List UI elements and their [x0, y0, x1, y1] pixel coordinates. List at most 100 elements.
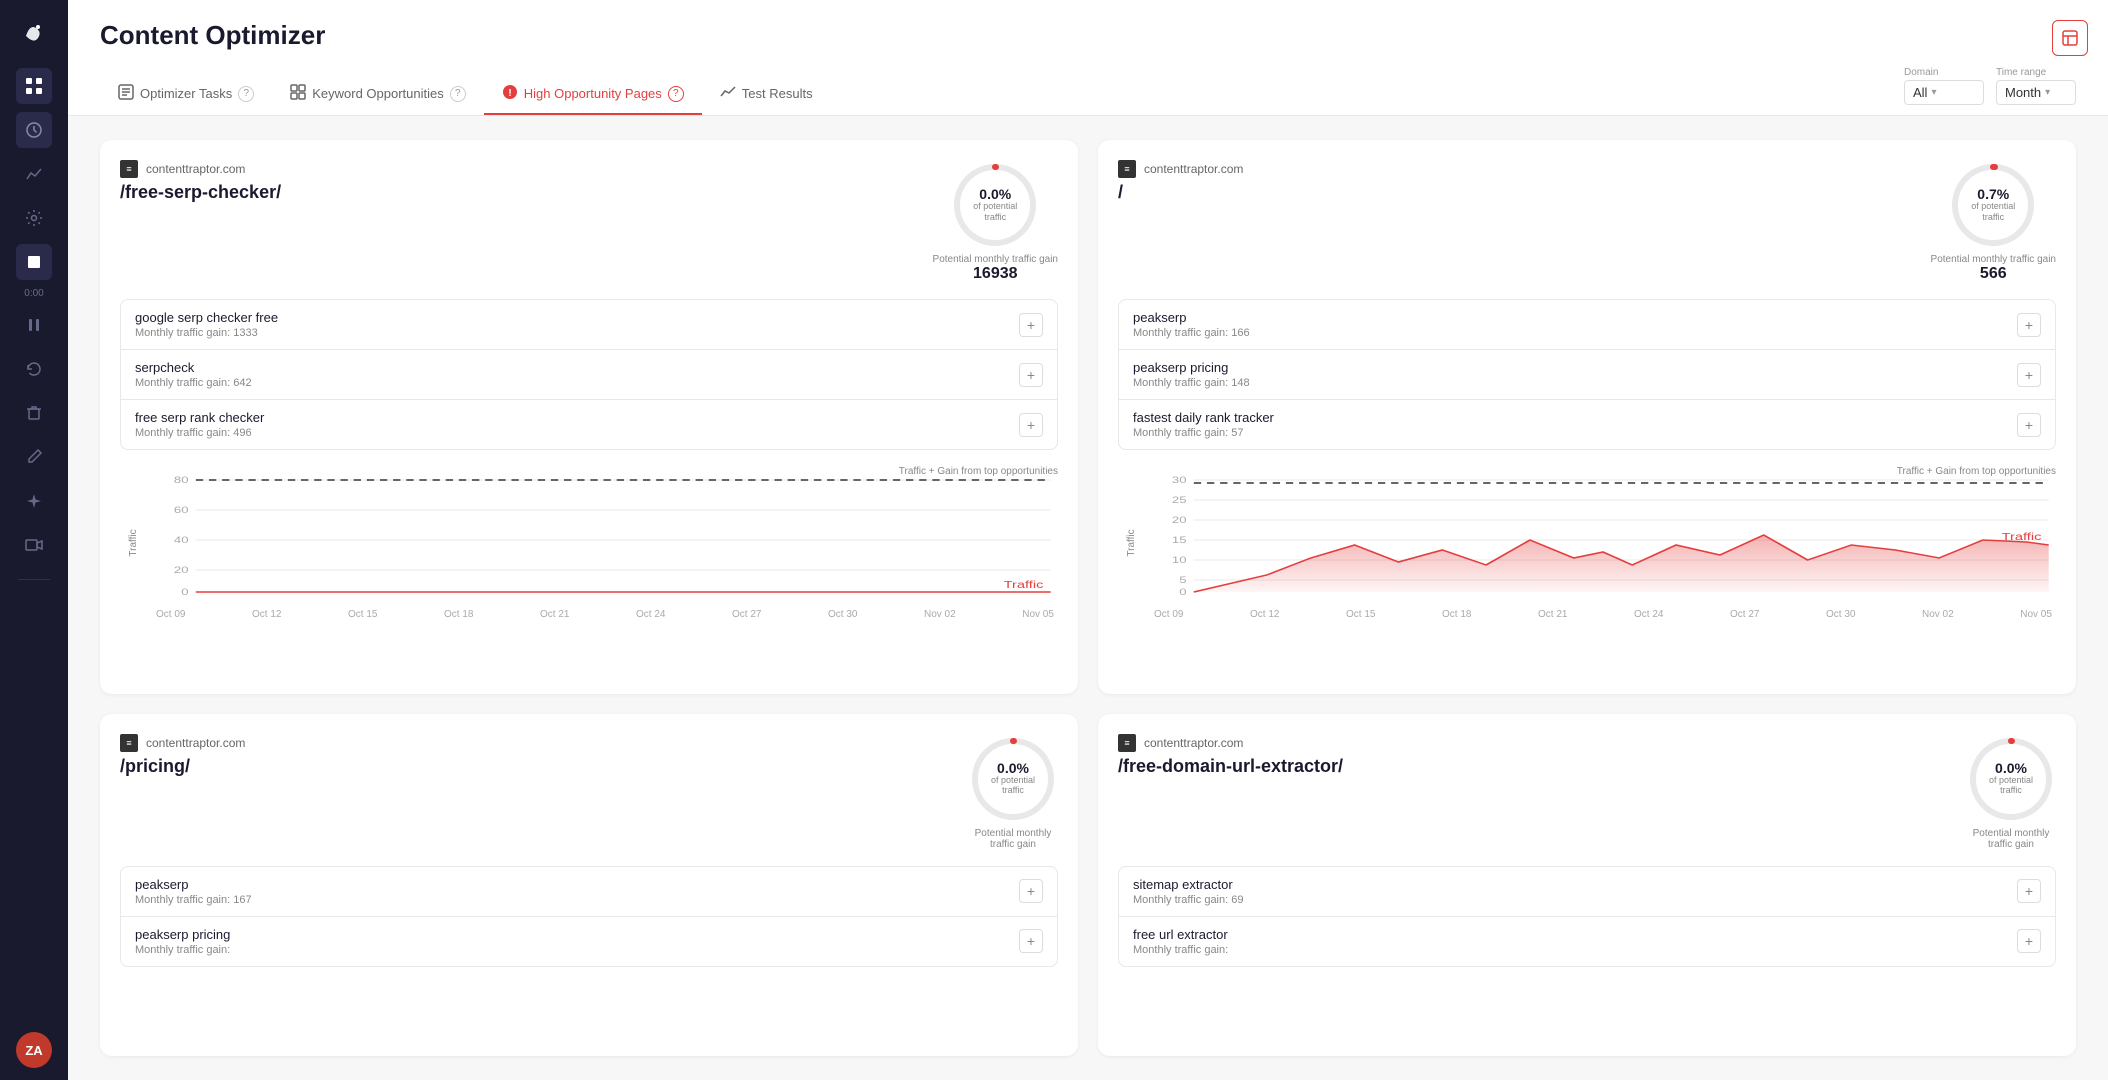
sidebar-icon-module[interactable] — [16, 244, 52, 280]
x-label: Nov 02 — [1922, 609, 1954, 620]
keyword-add-button[interactable]: + — [2017, 363, 2041, 387]
domain-filter-select[interactable]: All ▾ — [1904, 80, 1984, 105]
tab-optimizer-tasks-help[interactable]: ? — [238, 86, 254, 102]
list-item: fastest daily rank tracker Monthly traff… — [1119, 400, 2055, 449]
card-4-header: ≡ contenttraptor.com /free-domain-url-ex… — [1118, 734, 2056, 850]
keyword-gain: Monthly traffic gain: 496 — [135, 427, 1019, 439]
card-1-x-labels: Oct 09 Oct 12 Oct 15 Oct 18 Oct 21 Oct 2… — [152, 609, 1058, 620]
sidebar-icon-clock[interactable] — [16, 112, 52, 148]
keyword-add-button[interactable]: + — [2017, 413, 2041, 437]
x-label: Oct 12 — [252, 609, 281, 620]
main-content: Content Optimizer Optimizer Tasks ? — [68, 0, 2108, 1080]
card-1-header: ≡ contenttraptor.com /free-serp-checker/… — [120, 160, 1058, 283]
time-range-filter-value: Month — [2005, 85, 2041, 100]
sidebar-icon-chart[interactable] — [16, 156, 52, 192]
sidebar-icon-pause[interactable] — [16, 307, 52, 343]
keyword-gain: Monthly traffic gain: 166 — [1133, 327, 2017, 339]
time-range-filter-select[interactable]: Month ▾ — [1996, 80, 2076, 105]
card-2-keyword-list: peakserp Monthly traffic gain: 166 + pea… — [1118, 299, 2056, 450]
card-2-url: / — [1118, 182, 1915, 203]
keyword-add-button[interactable]: + — [2017, 879, 2041, 903]
sidebar-icon-trash[interactable] — [16, 395, 52, 431]
keyword-add-button[interactable]: + — [1019, 363, 1043, 387]
sidebar-icon-video[interactable] — [16, 527, 52, 563]
keyword-add-button[interactable]: + — [1019, 879, 1043, 903]
card-1-domain-info: ≡ contenttraptor.com /free-serp-checker/ — [120, 160, 917, 203]
card-3-gauge-circle: 0.0% of potential traffic — [968, 734, 1058, 824]
keyword-info: fastest daily rank tracker Monthly traff… — [1133, 410, 2017, 439]
list-item: peakserp Monthly traffic gain: 167 + — [121, 867, 1057, 917]
high-opportunity-icon: ! — [502, 84, 518, 103]
card-3-header: ≡ contenttraptor.com /pricing/ 0.0% of p… — [120, 734, 1058, 850]
x-label: Oct 30 — [828, 609, 857, 620]
card-1-gauge-percent: 0.0% — [973, 187, 1018, 201]
tab-keyword-opportunities-help[interactable]: ? — [450, 86, 466, 102]
sidebar-icon-undo[interactable] — [16, 351, 52, 387]
x-label: Oct 21 — [1538, 609, 1567, 620]
card-4-gauge-label: of potential traffic — [1989, 775, 2034, 797]
card-4-keyword-list: sitemap extractor Monthly traffic gain: … — [1118, 866, 2056, 967]
keyword-add-button[interactable]: + — [2017, 313, 2041, 337]
tabs-row: Optimizer Tasks ? Keyword Opportunities … — [100, 74, 831, 115]
card-3-monthly-label: Potential monthlytraffic gain — [975, 828, 1052, 850]
card-1-monthly-value: 16938 — [973, 265, 1018, 283]
keyword-name: free serp rank checker — [135, 410, 1019, 425]
svg-text:0: 0 — [181, 588, 188, 598]
card-root: ≡ contenttraptor.com / 0.7% of potential — [1098, 140, 2076, 694]
keyword-add-button[interactable]: + — [1019, 929, 1043, 953]
list-item: peakserp Monthly traffic gain: 166 + — [1119, 300, 2055, 350]
svg-text:10: 10 — [1172, 556, 1187, 566]
card-3-domain-icon: ≡ — [120, 734, 138, 752]
card-1-domain-text: contenttraptor.com — [146, 162, 245, 176]
card-1-keyword-list: google serp checker free Monthly traffic… — [120, 299, 1058, 450]
list-item: google serp checker free Monthly traffic… — [121, 300, 1057, 350]
tab-optimizer-tasks[interactable]: Optimizer Tasks ? — [100, 74, 272, 115]
card-4-url: /free-domain-url-extractor/ — [1118, 756, 1950, 777]
sidebar-icon-edit[interactable] — [16, 439, 52, 475]
card-4-gauge-text: 0.0% of potential traffic — [1989, 761, 2034, 797]
keyword-name: peakserp pricing — [135, 927, 1019, 942]
tab-high-opportunity-pages[interactable]: ! High Opportunity Pages ? — [484, 74, 702, 115]
list-item: peakserp pricing Monthly traffic gain: 1… — [1119, 350, 2055, 400]
card-2-domain-text: contenttraptor.com — [1144, 162, 1243, 176]
x-label: Oct 24 — [1634, 609, 1663, 620]
card-3-gauge-label: of potential traffic — [991, 775, 1036, 797]
keyword-name: peakserp pricing — [1133, 360, 2017, 375]
card-2-gauge-text: 0.7% of potential traffic — [1971, 187, 2016, 223]
keyword-info: peakserp pricing Monthly traffic gain: 1… — [1133, 360, 2017, 389]
card-1-chart-svg: 80 60 40 20 0 Traffic — [152, 470, 1058, 600]
list-item: serpcheck Monthly traffic gain: 642 + — [121, 350, 1057, 400]
top-right-action-icon[interactable] — [2052, 20, 2088, 56]
sidebar-icon-sparkle[interactable] — [16, 483, 52, 519]
card-1-url: /free-serp-checker/ — [120, 182, 917, 203]
keyword-info: free serp rank checker Monthly traffic g… — [135, 410, 1019, 439]
keyword-gain: Monthly traffic gain: — [135, 944, 1019, 956]
header-controls: Domain All ▾ Time range Month ▾ — [1904, 67, 2076, 115]
sidebar-icon-dashboard[interactable] — [16, 68, 52, 104]
tab-test-results-label: Test Results — [742, 86, 813, 101]
tab-high-opportunity-pages-help[interactable]: ? — [668, 86, 684, 102]
card-3-domain-info: ≡ contenttraptor.com /pricing/ — [120, 734, 952, 777]
page-title: Content Optimizer — [100, 20, 2076, 51]
tab-test-results[interactable]: Test Results — [702, 74, 831, 115]
sidebar-icon-settings[interactable] — [16, 200, 52, 236]
keyword-add-button[interactable]: + — [1019, 413, 1043, 437]
keyword-gain: Monthly traffic gain: 69 — [1133, 894, 2017, 906]
x-label: Oct 09 — [1154, 609, 1183, 620]
svg-text:25: 25 — [1172, 496, 1187, 506]
x-label: Oct 18 — [1442, 609, 1471, 620]
chart-2-top-label: Traffic + Gain from top opportunities — [1897, 466, 2056, 477]
card-1-domain-icon: ≡ — [120, 160, 138, 178]
keyword-gain: Monthly traffic gain: 642 — [135, 377, 1019, 389]
sidebar-avatar[interactable]: ZA — [16, 1032, 52, 1068]
card-2-domain-info: ≡ contenttraptor.com / — [1118, 160, 1915, 203]
card-2-gauge-circle: 0.7% of potential traffic — [1948, 160, 2038, 250]
keyword-add-button[interactable]: + — [1019, 313, 1043, 337]
time-range-filter-label: Time range — [1996, 67, 2076, 78]
test-results-icon — [720, 84, 736, 103]
tab-keyword-opportunities[interactable]: Keyword Opportunities ? — [272, 74, 484, 115]
keyword-info: peakserp Monthly traffic gain: 166 — [1133, 310, 2017, 339]
chart-2-y-label: Traffic — [1126, 529, 1137, 556]
keyword-add-button[interactable]: + — [2017, 929, 2041, 953]
card-2-chart-svg: 30 25 20 15 10 5 0 — [1150, 470, 2056, 600]
